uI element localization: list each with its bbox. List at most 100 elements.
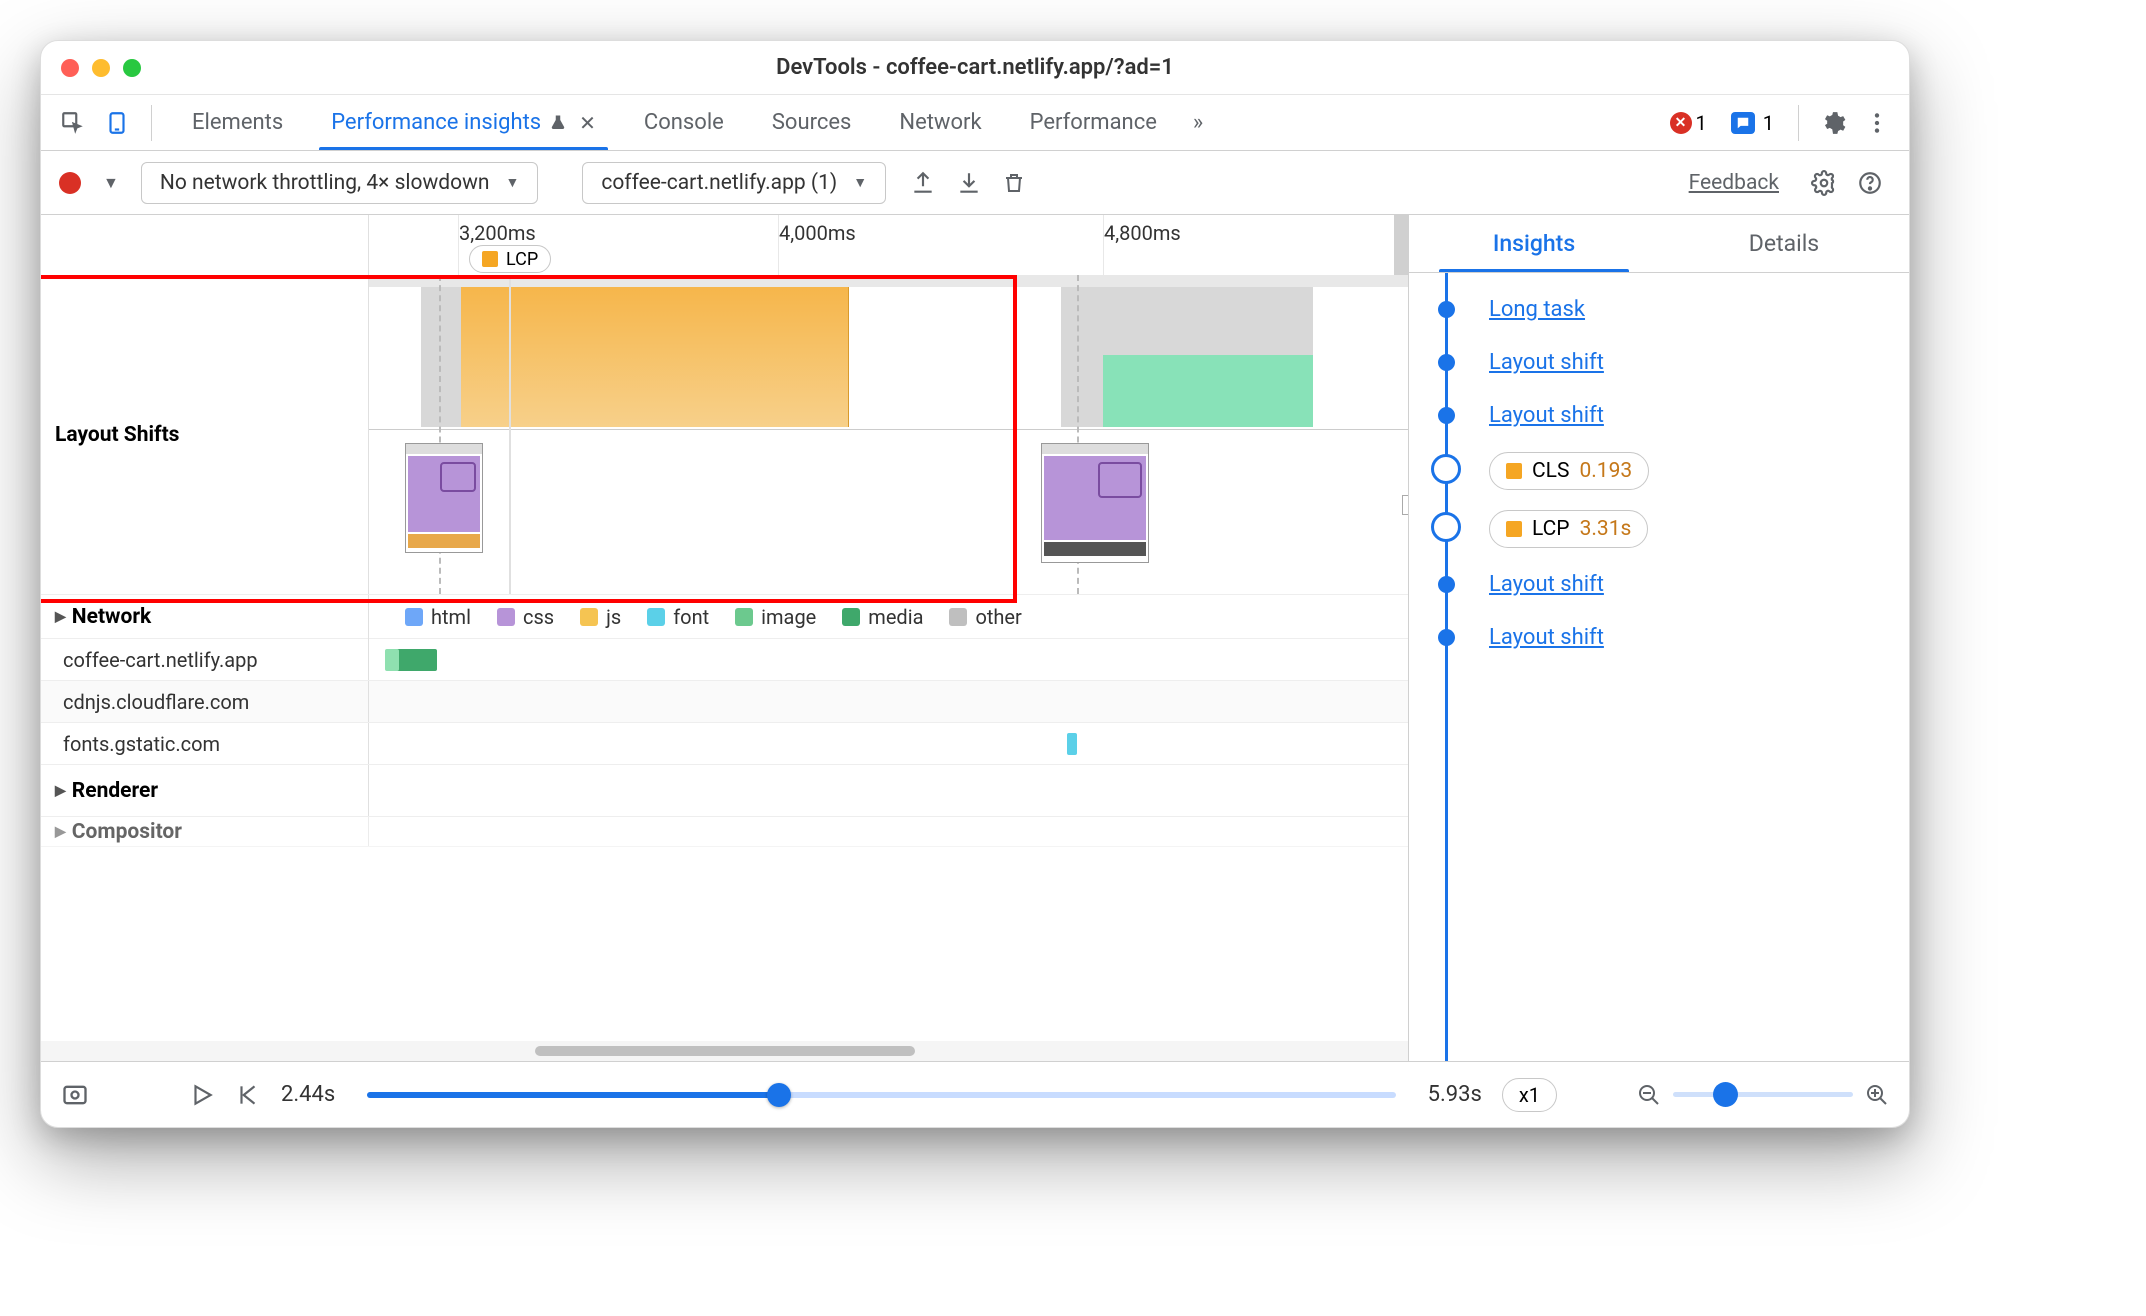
lcp-pill[interactable]: LCP 3.31s	[1489, 510, 1648, 548]
tab-performance[interactable]: Performance	[1006, 95, 1181, 150]
insight-link[interactable]: Layout shift	[1489, 625, 1604, 650]
insight-layout-shift[interactable]: Layout shift	[1409, 389, 1909, 442]
cls-pill[interactable]: CLS 0.193	[1489, 452, 1649, 490]
settings-icon[interactable]	[1815, 105, 1851, 141]
help-icon[interactable]	[1857, 170, 1891, 196]
record-dropdown[interactable]: ▼	[93, 173, 129, 193]
cls-label: CLS	[1532, 459, 1569, 483]
tab-details[interactable]: Details	[1659, 215, 1909, 272]
network-label[interactable]: ▶ Network	[41, 595, 369, 639]
error-badge[interactable]: ✕ 1	[1670, 111, 1707, 135]
shift-block[interactable]	[421, 287, 461, 427]
delete-icon[interactable]	[1002, 171, 1036, 195]
tab-overflow[interactable]: »	[1181, 95, 1215, 150]
panel-settings-icon[interactable]	[1811, 170, 1845, 196]
separator	[151, 105, 152, 141]
expand-handle-icon[interactable]	[1402, 495, 1408, 515]
more-menu-icon[interactable]	[1859, 105, 1895, 141]
compositor-label[interactable]: ▶ Compositor	[41, 817, 369, 846]
playback-start-time: 2.44s	[281, 1082, 335, 1107]
insight-cls[interactable]: CLS 0.193	[1409, 442, 1909, 500]
disclosure-triangle-icon: ▶	[55, 824, 66, 840]
network-legend: html css js font image media other	[389, 605, 1408, 629]
renderer-label[interactable]: ▶ Renderer	[41, 765, 369, 816]
tab-elements[interactable]: Elements	[168, 95, 307, 150]
shift-block[interactable]	[1103, 355, 1313, 427]
network-host: coffee-cart.netlify.app	[41, 639, 369, 680]
vertical-scrollbar[interactable]	[1394, 215, 1408, 275]
network-row[interactable]: coffee-cart.netlify.app	[41, 639, 1408, 681]
minimize-window-button[interactable]	[92, 59, 110, 77]
titlebar: DevTools - coffee-cart.netlify.app/?ad=1	[41, 41, 1909, 95]
network-row[interactable]: cdnjs.cloudflare.com	[41, 681, 1408, 723]
error-count: 1	[1696, 111, 1707, 135]
screenshot-toggle-icon[interactable]	[61, 1081, 89, 1109]
tab-sources[interactable]: Sources	[748, 95, 876, 150]
tab-console[interactable]: Console	[620, 95, 748, 150]
lcp-label: LCP	[506, 249, 538, 270]
legend-js: js	[580, 605, 621, 629]
insights-list[interactable]: Long task Layout shift Layout shift CLS …	[1409, 273, 1909, 1061]
insight-link[interactable]: Layout shift	[1489, 403, 1604, 428]
zoom-window-button[interactable]	[123, 59, 141, 77]
playback-speed[interactable]: x1	[1502, 1078, 1557, 1112]
network-row[interactable]: fonts.gstatic.com	[41, 723, 1408, 765]
zoom-in-icon[interactable]	[1865, 1083, 1889, 1107]
insight-link[interactable]: Long task	[1489, 297, 1585, 322]
renderer-track[interactable]: ▶ Renderer	[41, 765, 1408, 817]
error-icon: ✕	[1670, 112, 1692, 134]
insight-link[interactable]: Layout shift	[1489, 350, 1604, 375]
message-badge[interactable]: 1	[1731, 111, 1774, 135]
play-icon[interactable]	[189, 1082, 215, 1108]
zoom-out-icon[interactable]	[1637, 1083, 1661, 1107]
screenshot-thumbnail[interactable]	[405, 443, 483, 553]
inspect-element-icon[interactable]	[55, 105, 91, 141]
layout-shifts-track: Layout Shifts	[41, 275, 1408, 595]
ruler-gutter	[41, 215, 369, 275]
insight-layout-shift[interactable]: Layout shift	[1409, 611, 1909, 664]
chevron-down-icon: ▼	[853, 174, 867, 191]
request-bar[interactable]	[395, 649, 437, 671]
message-count: 1	[1763, 111, 1774, 135]
timeline-scroll[interactable]: 3,200ms 4,000ms 4,800ms LCP Layout Shift	[41, 215, 1408, 1041]
compositor-track[interactable]: ▶ Compositor	[41, 817, 1408, 847]
export-icon[interactable]	[910, 170, 944, 196]
shift-block[interactable]	[461, 287, 849, 427]
perf-toolbar: ▼ No network throttling, 4× slowdown ▼ c…	[41, 151, 1909, 215]
body: 3,200ms 4,000ms 4,800ms LCP Layout Shift	[41, 215, 1909, 1061]
rail-node-icon	[1438, 354, 1455, 371]
tabs-bar: Elements Performance insights ✕ Console …	[41, 95, 1909, 151]
time-ruler: 3,200ms 4,000ms 4,800ms LCP	[41, 215, 1408, 275]
rewind-icon[interactable]	[235, 1082, 261, 1108]
request-bar[interactable]	[1067, 733, 1077, 755]
ruler-tick: 4,000ms	[779, 221, 856, 245]
insight-lcp[interactable]: LCP 3.31s	[1409, 500, 1909, 558]
slider-knob[interactable]	[767, 1083, 791, 1107]
recording-select[interactable]: coffee-cart.netlify.app (1) ▼	[582, 162, 886, 204]
insight-link[interactable]: Layout shift	[1489, 572, 1604, 597]
screenshot-thumbnail[interactable]	[1041, 443, 1149, 563]
insight-long-task[interactable]: Long task	[1409, 283, 1909, 336]
zoom-knob[interactable]	[1713, 1082, 1738, 1107]
tab-network[interactable]: Network	[875, 95, 1005, 150]
feedback-link[interactable]: Feedback	[1689, 171, 1779, 195]
layout-shifts-content[interactable]	[369, 275, 1408, 594]
horizontal-scrollbar[interactable]	[41, 1041, 1408, 1061]
record-button[interactable]	[59, 172, 81, 194]
close-tab-icon[interactable]: ✕	[579, 111, 596, 135]
device-toggle-icon[interactable]	[99, 105, 135, 141]
import-icon[interactable]	[956, 170, 990, 196]
cls-value: 0.193	[1579, 459, 1632, 483]
tab-performance-insights[interactable]: Performance insights ✕	[307, 95, 620, 150]
close-window-button[interactable]	[61, 59, 79, 77]
track-title: Renderer	[72, 779, 158, 803]
request-bar[interactable]	[385, 649, 399, 671]
insight-layout-shift[interactable]: Layout shift	[1409, 336, 1909, 389]
devtools-window: DevTools - coffee-cart.netlify.app/?ad=1…	[40, 40, 1910, 1128]
lcp-marker[interactable]: LCP	[469, 245, 551, 273]
playback-slider[interactable]	[367, 1092, 1395, 1098]
tab-insights[interactable]: Insights	[1409, 215, 1659, 272]
throttling-select[interactable]: No network throttling, 4× slowdown ▼	[141, 162, 538, 204]
insight-layout-shift[interactable]: Layout shift	[1409, 558, 1909, 611]
zoom-slider[interactable]	[1673, 1092, 1853, 1097]
